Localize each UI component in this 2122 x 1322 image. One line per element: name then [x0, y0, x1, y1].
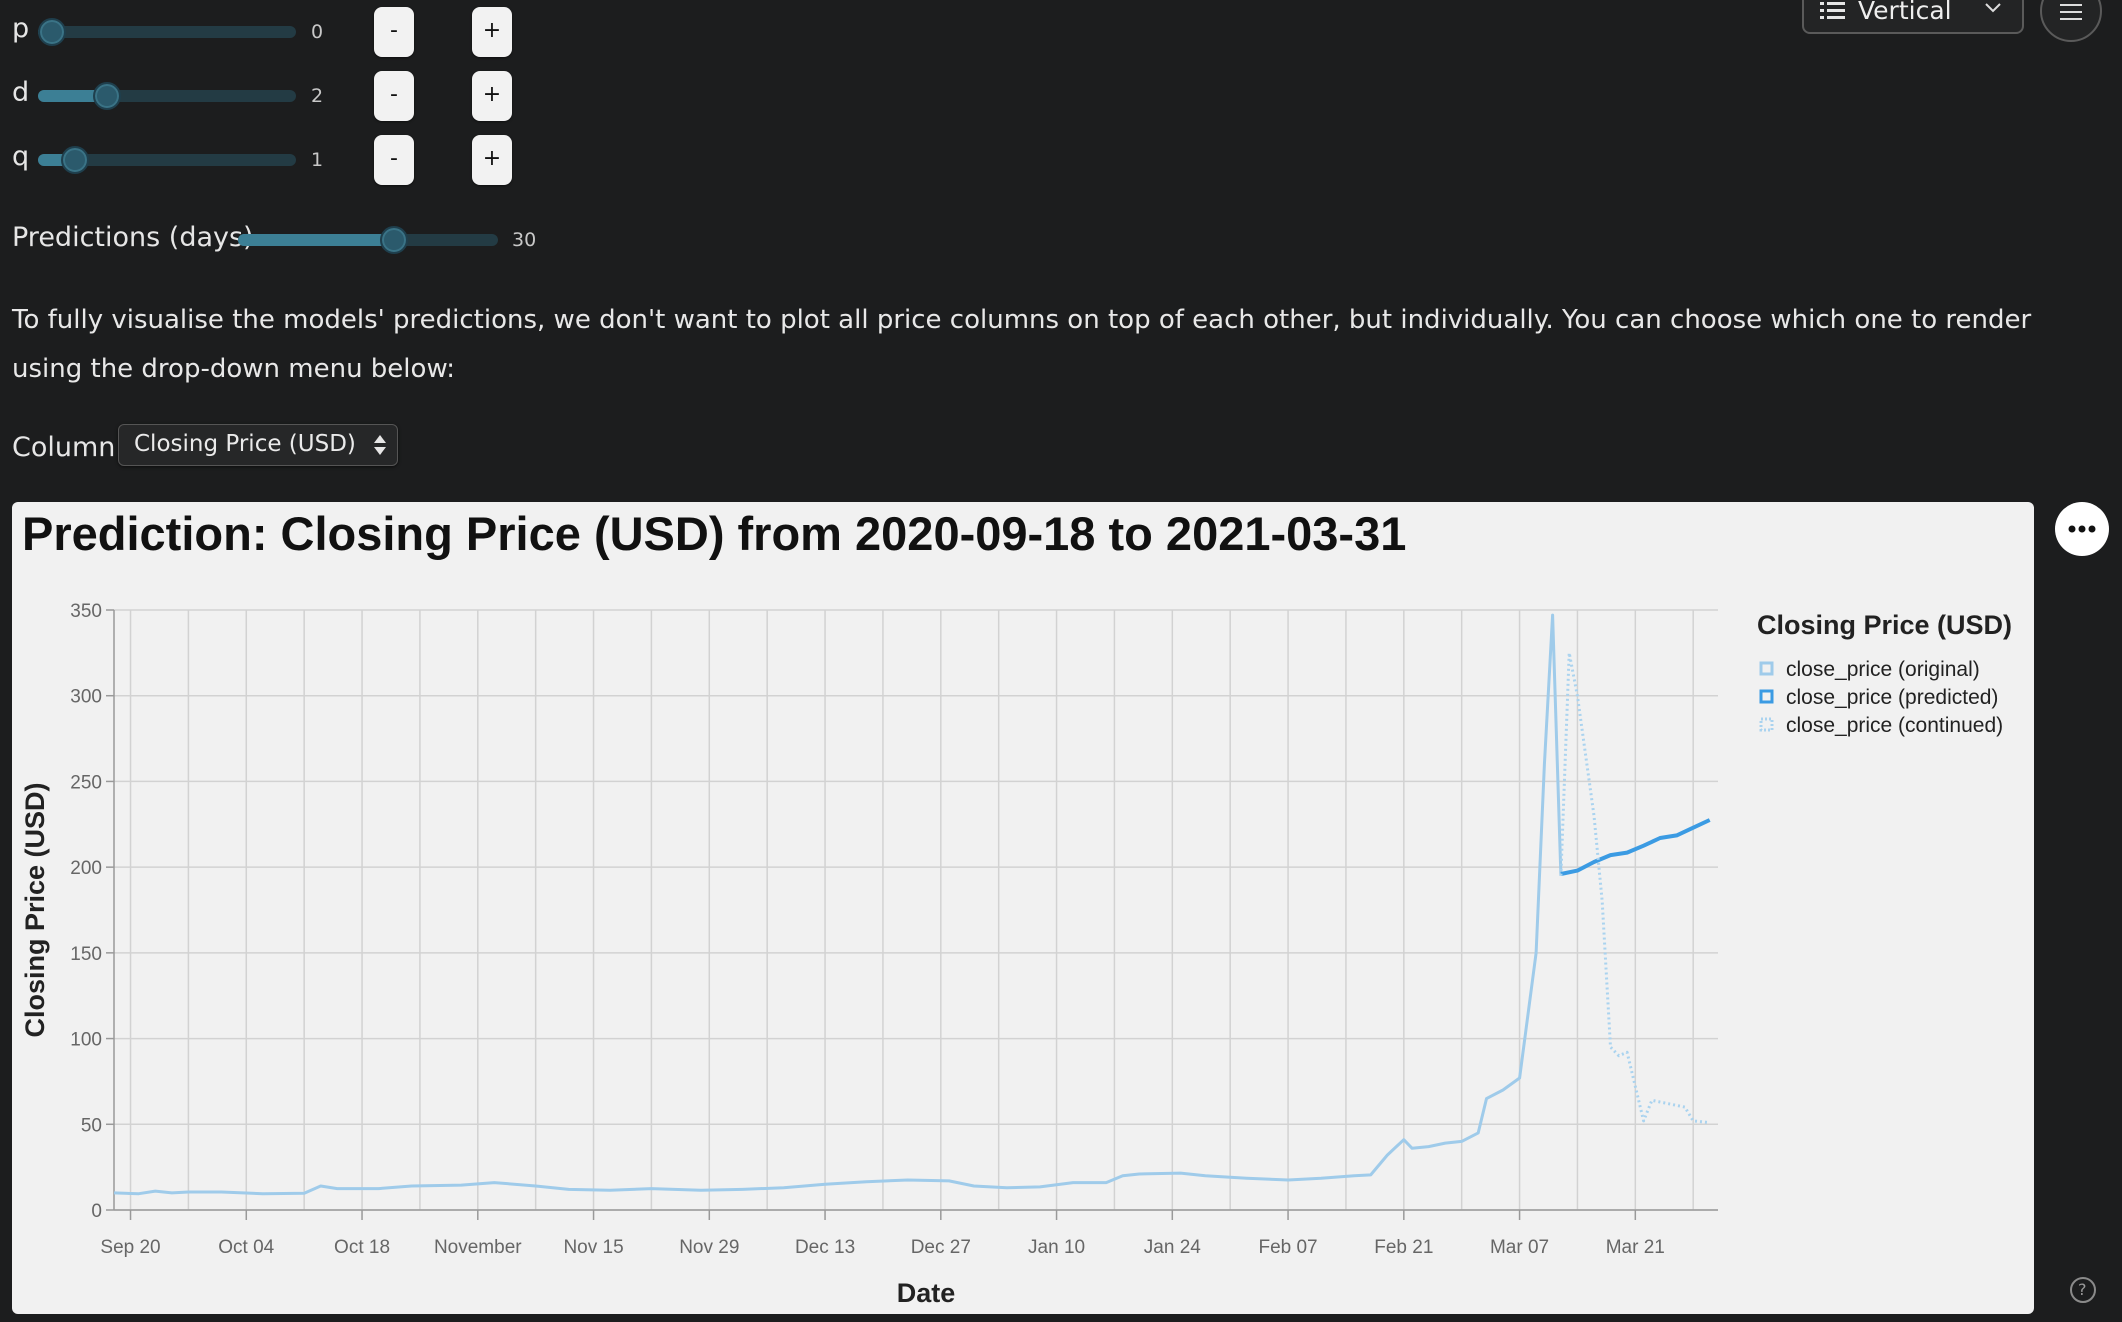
x-tick-label: Mar 21 [1606, 1237, 1665, 1258]
plot-area [114, 610, 1718, 1210]
x-tick-label: Mar 07 [1490, 1237, 1549, 1258]
x-tick-label: November [434, 1237, 522, 1258]
legend-title: Closing Price (USD) [1757, 610, 2012, 640]
x-tick-label: Nov 15 [563, 1237, 623, 1258]
legend-label: close_price (predicted) [1786, 686, 1998, 709]
y-tick-label: 100 [70, 1030, 102, 1051]
legend-label: close_price (original) [1786, 658, 1980, 681]
legend-swatch-0 [1759, 661, 1774, 676]
x-tick-label: Jan 10 [1028, 1237, 1085, 1258]
x-tick-label: Jan 24 [1144, 1237, 1201, 1258]
question-circle-icon: ? [2078, 1280, 2087, 1299]
y-tick-label: 350 [70, 601, 102, 622]
legend-swatch-2 [1759, 717, 1774, 732]
x-tick-label: Nov 29 [679, 1237, 739, 1258]
more-options-button[interactable] [2055, 502, 2109, 556]
prediction-chart: 0 50 100 150 200 250 300 350 Sep 20 Oct 04 Oct 18 N… [20, 601, 2012, 1308]
x-tick-label: Dec 27 [911, 1237, 971, 1258]
x-tick-label: Dec 13 [795, 1237, 855, 1258]
y-tick-label: 50 [81, 1115, 102, 1136]
x-tick-label: Sep 20 [100, 1237, 160, 1258]
x-tick-label: Oct 18 [334, 1237, 390, 1258]
legend-label: close_price (continued) [1786, 714, 2003, 737]
x-tick-label: Oct 04 [218, 1237, 274, 1258]
x-axis-title: Date [897, 1278, 956, 1308]
y-tick-label: 250 [70, 772, 102, 793]
y-tick-label: 150 [70, 944, 102, 965]
y-tick-label: 300 [70, 687, 102, 708]
x-tick-label: Feb 07 [1258, 1237, 1317, 1258]
x-tick-label: Feb 21 [1374, 1237, 1433, 1258]
y-axis-title: Closing Price (USD) [20, 782, 50, 1037]
y-tick-label: 0 [91, 1201, 102, 1222]
ellipsis-icon [2068, 525, 2096, 533]
legend-swatch-1 [1759, 689, 1774, 704]
help-button[interactable]: ? [2070, 1277, 2096, 1303]
y-tick-label: 200 [70, 858, 102, 879]
